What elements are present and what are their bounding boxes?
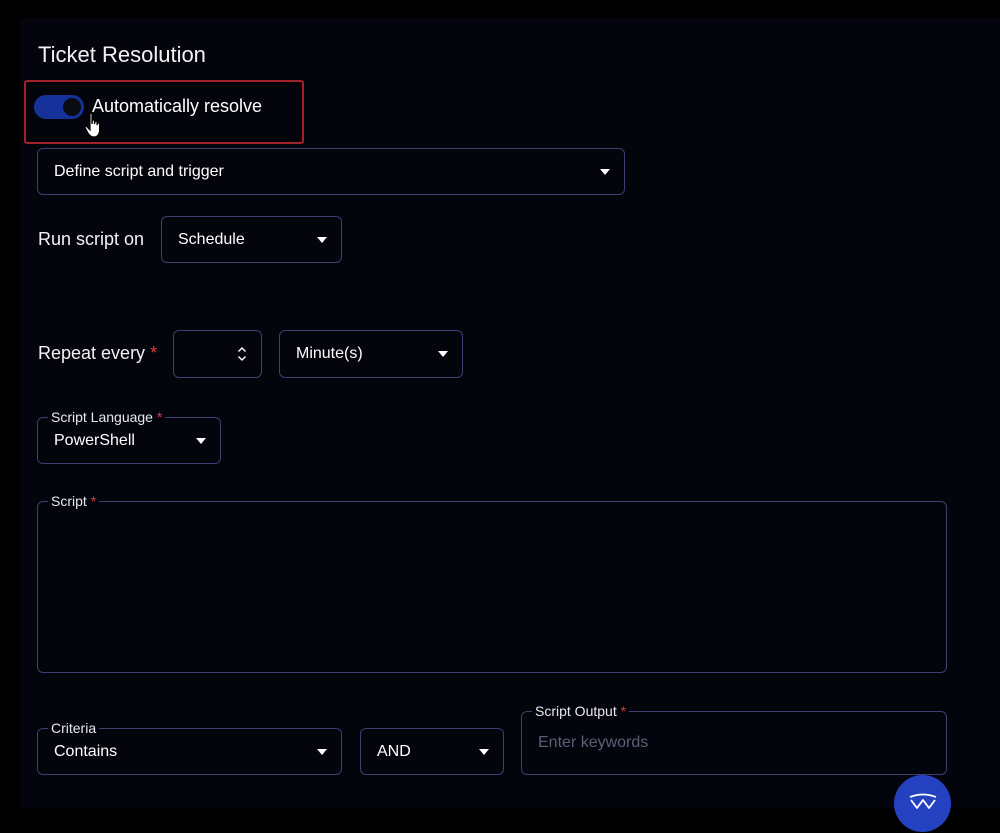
- script-output-input[interactable]: Script Output * Enter keywords: [521, 703, 947, 775]
- repeat-unit-value: Minute(s): [296, 345, 363, 362]
- required-mark: *: [150, 343, 158, 363]
- required-mark: *: [620, 703, 627, 719]
- operator-select[interactable]: AND: [360, 728, 504, 775]
- script-language-label: Script Language *: [48, 409, 166, 425]
- number-stepper-icon[interactable]: [237, 345, 247, 363]
- auto-resolve-label: Automatically resolve: [92, 96, 263, 116]
- script-textarea[interactable]: Script *: [37, 493, 947, 673]
- repeat-unit-select[interactable]: Minute(s): [279, 330, 463, 378]
- script-mode-value: Define script and trigger: [54, 162, 224, 180]
- script-language-select[interactable]: Script Language * PowerShell: [37, 409, 221, 464]
- criteria-value: Contains: [54, 743, 118, 760]
- run-script-label: Run script on: [38, 229, 145, 249]
- repeat-every-label: Repeat every *: [38, 343, 157, 364]
- script-output-label-text: Script Output: [535, 703, 617, 719]
- criteria-select[interactable]: Criteria Contains: [37, 720, 342, 775]
- assistant-logo-icon: [909, 793, 937, 809]
- repeat-number-input[interactable]: [173, 330, 262, 378]
- script-language-label-text: Script Language: [51, 409, 153, 425]
- chevron-down-icon: [479, 748, 489, 755]
- chevron-down-icon: [600, 168, 610, 175]
- chevron-down-icon: [317, 236, 327, 243]
- chevron-down-icon: [317, 748, 327, 755]
- toggle-knob: [63, 98, 81, 116]
- section-title: Ticket Resolution: [38, 42, 206, 67]
- required-mark: *: [156, 409, 163, 425]
- script-mode-select[interactable]: Define script and trigger: [37, 148, 625, 195]
- script-label: Script *: [48, 493, 100, 509]
- operator-value: AND: [377, 743, 411, 760]
- chevron-down-icon: [438, 351, 448, 357]
- chevron-down-icon: [196, 437, 206, 444]
- repeat-every-text: Repeat every: [38, 343, 146, 363]
- script-output-label: Script Output *: [532, 703, 630, 719]
- hand-pointer-icon: [84, 112, 101, 138]
- run-script-value: Schedule: [178, 230, 245, 248]
- script-label-text: Script: [51, 493, 87, 509]
- assistant-fab-button[interactable]: [894, 775, 951, 832]
- script-output-placeholder: Enter keywords: [538, 734, 649, 751]
- auto-resolve-toggle[interactable]: [34, 95, 84, 119]
- criteria-label: Criteria: [48, 720, 100, 736]
- run-script-select[interactable]: Schedule: [161, 216, 342, 263]
- required-mark: *: [90, 493, 97, 509]
- script-language-value: PowerShell: [54, 432, 135, 449]
